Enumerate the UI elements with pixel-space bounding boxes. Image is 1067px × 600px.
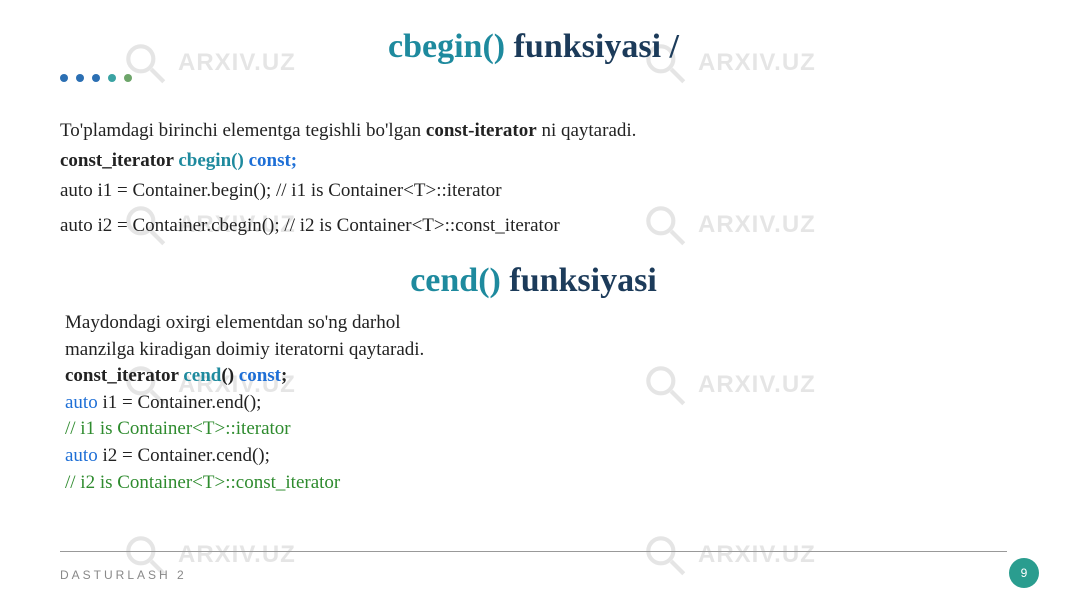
text: i1 = Container.end();	[98, 392, 262, 413]
text-auto: auto	[65, 445, 98, 466]
text: To'plamdagi birinchi elementga tegishli …	[60, 120, 426, 141]
text-teal: cbegin()	[178, 150, 243, 171]
heading-cbegin-suffix: funksiyasi /	[514, 28, 679, 65]
text-bold: const-iterator	[426, 120, 537, 141]
heading-cend: cend() funksiyasi	[0, 262, 1067, 300]
text-blue: const	[239, 365, 281, 386]
section2-comment1: // i1 is Container<T>::iterator	[65, 416, 424, 443]
watermark: ARXIV.UZ	[640, 530, 816, 580]
text-bold: const_iterator	[65, 365, 183, 386]
watermark-text: ARXIV.UZ	[698, 541, 816, 569]
watermark: ARXIV.UZ	[640, 360, 816, 410]
text: ni qaytaradi.	[537, 120, 637, 141]
dot-icon	[92, 74, 100, 82]
text-blue: const;	[244, 150, 297, 171]
heading-cbegin-function: cbegin()	[388, 28, 505, 65]
section2-code-line2: auto i2 = Container.cend();	[65, 443, 424, 470]
text-bold: const_iterator	[60, 150, 178, 171]
decorative-dots	[60, 74, 132, 82]
section1-code-line2: auto i2 = Container.cbegin(); // i2 is C…	[60, 215, 560, 237]
watermark-text: ARXIV.UZ	[698, 371, 816, 399]
section2-desc-line1: Maydondagi oxirgi elementdan so'ng darho…	[65, 310, 424, 337]
footer-title: DASTURLASH 2	[60, 568, 187, 582]
watermark: ARXIV.UZ	[640, 200, 816, 250]
section1-description: To'plamdagi birinchi elementga tegishli …	[60, 120, 636, 142]
section2-block: Maydondagi oxirgi elementdan so'ng darho…	[65, 310, 424, 496]
page-number-badge: 9	[1009, 558, 1039, 588]
text: i2 = Container.cend();	[98, 445, 270, 466]
text-bold: ;	[281, 365, 287, 386]
section2-signature: const_iterator cend() const;	[65, 363, 424, 390]
watermark-text: ARXIV.UZ	[178, 541, 296, 569]
section1-signature: const_iterator cbegin() const;	[60, 150, 297, 172]
section1-code-line1: auto i1 = Container.begin(); // i1 is Co…	[60, 180, 502, 202]
heading-cend-function: cend()	[410, 262, 501, 299]
section2-comment2: // i2 is Container<T>::const_iterator	[65, 470, 424, 497]
dot-icon	[108, 74, 116, 82]
footer-divider	[60, 551, 1007, 552]
watermark-text: ARXIV.UZ	[698, 211, 816, 239]
dot-icon	[60, 74, 68, 82]
heading-cend-suffix: funksiyasi	[509, 262, 656, 299]
dot-icon	[124, 74, 132, 82]
section2-code-line1: auto i1 = Container.end();	[65, 390, 424, 417]
text-auto: auto	[65, 392, 98, 413]
heading-cbegin: cbegin() funksiyasi /	[0, 28, 1067, 66]
dot-icon	[76, 74, 84, 82]
text-bold: ()	[221, 365, 238, 386]
section2-desc-line2: manzilga kiradigan doimiy iteratorni qay…	[65, 337, 424, 364]
text-teal: cend	[183, 365, 221, 386]
